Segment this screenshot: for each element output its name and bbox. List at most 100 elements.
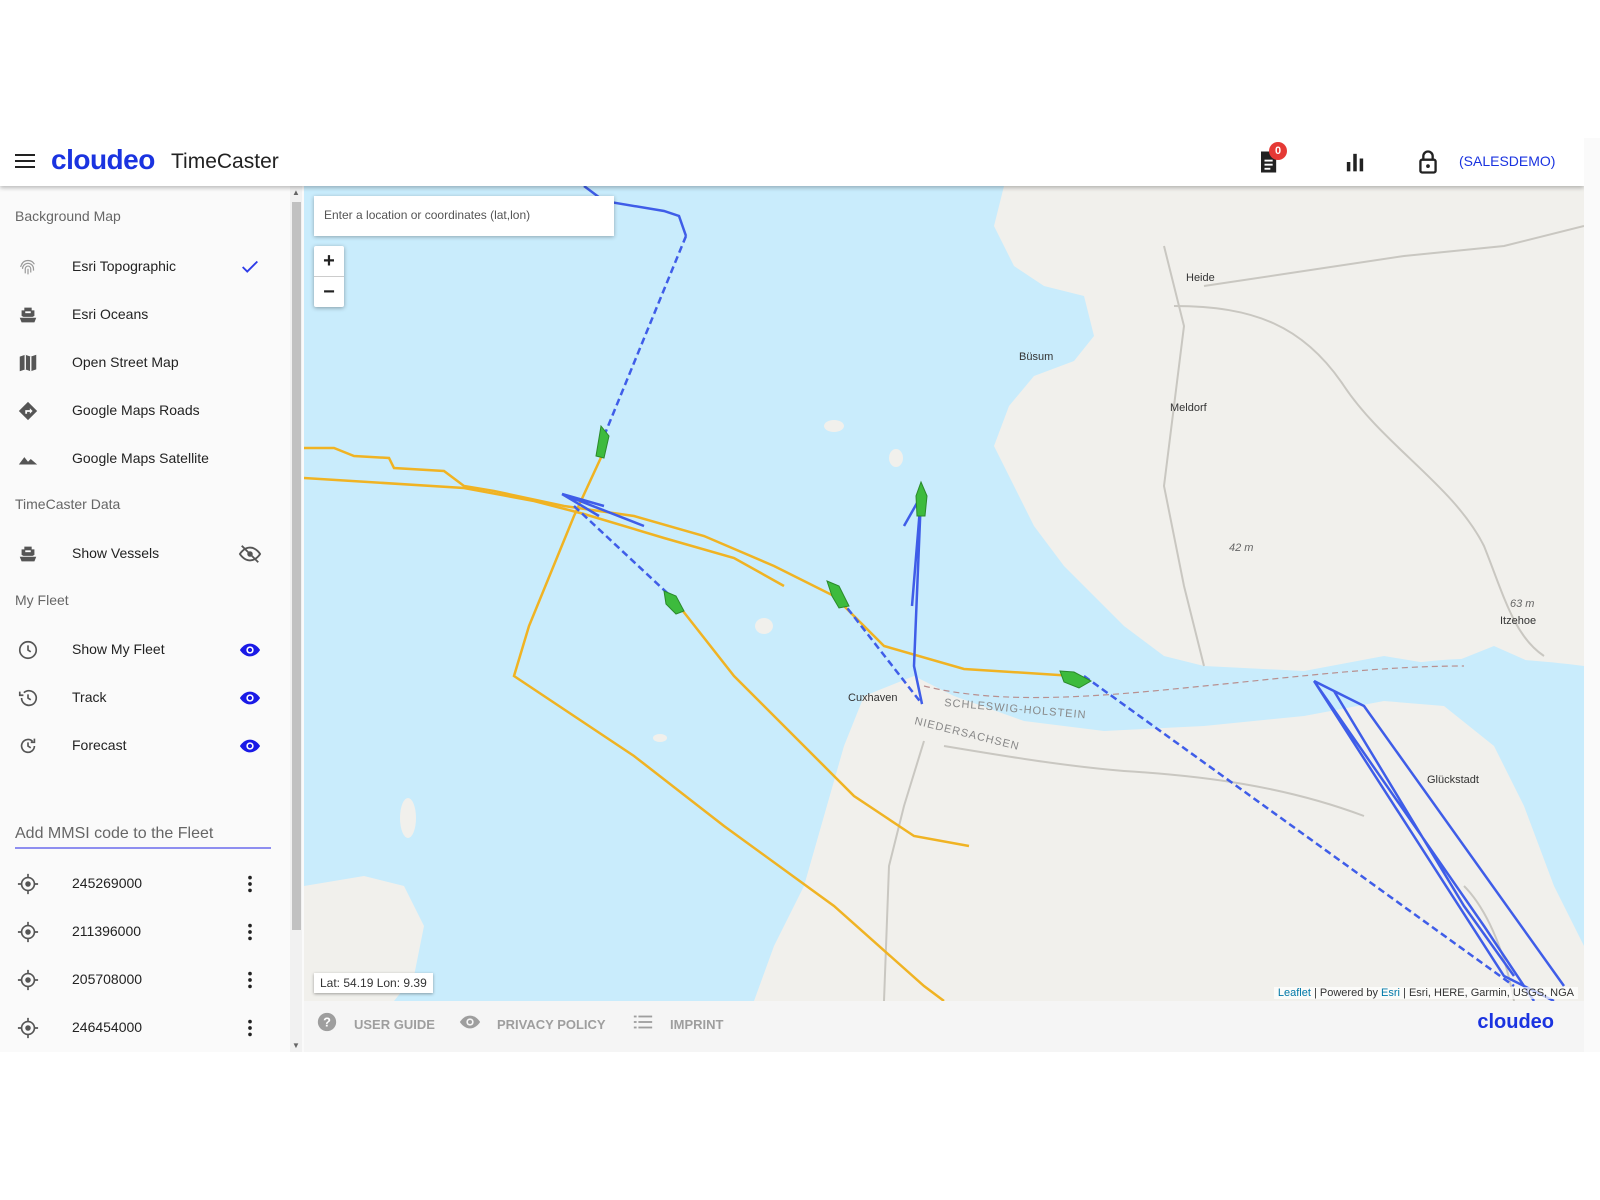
- check-icon: [242, 260, 258, 273]
- place-label: Cuxhaven: [848, 692, 898, 704]
- menu-icon[interactable]: [15, 154, 35, 170]
- location-search[interactable]: [314, 196, 614, 236]
- visibility-icon[interactable]: [238, 639, 262, 661]
- directions-icon: [18, 401, 38, 421]
- gps-target-icon[interactable]: [17, 1017, 39, 1039]
- clock-icon: [18, 640, 38, 660]
- place-label: Itzehoe: [1500, 615, 1537, 627]
- footer-link-label: PRIVACY POLICY: [497, 1017, 606, 1032]
- toggle-track[interactable]: Track: [0, 677, 280, 717]
- attribution-text: | Esri, HERE, Garmin, USGS, NGA: [1400, 987, 1574, 999]
- app-window: cloudeo TimeCaster 0 (SALESDEMO) Backgro…: [0, 138, 1584, 1052]
- basemap-label: Google Maps Roads: [72, 402, 200, 418]
- scroll-up-arrow[interactable]: ▲: [292, 188, 300, 197]
- basemap-esri-oceans[interactable]: Esri Oceans: [0, 294, 280, 334]
- zoom-in-button[interactable]: +: [314, 246, 344, 277]
- scroll-down-arrow[interactable]: ▼: [292, 1041, 300, 1050]
- elevation-label: 42 m: [1229, 542, 1254, 554]
- ship-icon: [19, 546, 37, 562]
- place-label: Heide: [1186, 272, 1215, 284]
- toggle-label: Forecast: [72, 737, 127, 753]
- island: [653, 734, 667, 742]
- fleet-vessel-item[interactable]: 211396000: [0, 911, 280, 951]
- basemap-label: Esri Topographic: [72, 258, 177, 274]
- map-view[interactable]: SCHLESWIG-HOLSTEIN NIEDERSACHSEN Heide B…: [304, 186, 1584, 1001]
- vessel-mmsi: 245269000: [72, 875, 143, 891]
- footer-logo: cloudeo: [1477, 1011, 1554, 1033]
- logo: cloudeo: [51, 144, 155, 175]
- vessel-mmsi: 246454000: [72, 1019, 143, 1035]
- help-icon: ?: [317, 1012, 337, 1032]
- island: [889, 449, 903, 467]
- basemap-label: Google Maps Satellite: [72, 450, 209, 466]
- statistics-icon[interactable]: [1341, 148, 1369, 176]
- sidebar-scrollbar-thumb[interactable]: [292, 202, 301, 930]
- basemap-label: Open Street Map: [72, 354, 179, 370]
- user-account-label[interactable]: (SALESDEMO): [1459, 153, 1555, 169]
- history-icon: [18, 689, 38, 707]
- toggle-label: Show My Fleet: [72, 641, 165, 657]
- gps-target-icon[interactable]: [17, 873, 39, 895]
- visibility-icon[interactable]: [238, 687, 262, 709]
- basemap-open-street-map[interactable]: Open Street Map: [0, 342, 280, 382]
- vessel-mmsi: 211396000: [72, 923, 142, 939]
- fingerprint-icon: [20, 259, 35, 275]
- gps-target-icon[interactable]: [17, 921, 39, 943]
- notification-badge: 0: [1269, 142, 1287, 160]
- update-icon: [20, 738, 36, 754]
- footer-link-label: IMPRINT: [670, 1017, 724, 1032]
- basemap-google-maps-satellite[interactable]: Google Maps Satellite: [0, 438, 280, 478]
- zoom-control: + −: [314, 246, 344, 307]
- map-canvas[interactable]: SCHLESWIG-HOLSTEIN NIEDERSACHSEN: [304, 186, 1584, 1001]
- vessel-mmsi: 205708000: [72, 971, 143, 987]
- toggle-label: Show Vessels: [72, 545, 160, 561]
- basemap-esri-topographic[interactable]: Esri Topographic: [0, 246, 280, 286]
- gps-target-icon[interactable]: [17, 969, 39, 991]
- place-label: Meldorf: [1170, 402, 1207, 414]
- toggle-label: Track: [72, 689, 107, 705]
- top-app-bar: cloudeo TimeCaster 0 (SALESDEMO): [0, 138, 1584, 186]
- app-title: TimeCaster: [171, 150, 279, 173]
- island: [824, 420, 844, 432]
- island: [755, 618, 773, 634]
- leaflet-link[interactable]: Leaflet: [1278, 987, 1311, 999]
- toggle-forecast[interactable]: Forecast: [0, 725, 280, 765]
- basemap-google-maps-roads[interactable]: Google Maps Roads: [0, 390, 280, 430]
- visibility-icon[interactable]: [238, 735, 262, 757]
- map-attribution: Leaflet | Powered by Esri | Esri, HERE, …: [1273, 987, 1578, 999]
- fleet-vessel-item[interactable]: 205708000: [0, 959, 280, 999]
- more-vertical-icon[interactable]: [238, 1017, 262, 1039]
- zoom-out-button[interactable]: −: [314, 277, 344, 307]
- svg-text:?: ?: [323, 1015, 331, 1030]
- esri-link[interactable]: Esri: [1381, 987, 1400, 999]
- place-label: Büsum: [1019, 351, 1054, 363]
- coordinate-readout: Lat: 54.19 Lon: 9.39: [314, 973, 433, 993]
- eye-icon: [459, 1015, 481, 1029]
- more-vertical-icon[interactable]: [238, 969, 262, 991]
- section-title-my-fleet: My Fleet: [15, 592, 69, 608]
- elevation-label: 63 m: [1510, 598, 1535, 610]
- footer: ? USER GUIDE PRIVACY POLICY IMPRINT clou…: [304, 1001, 1584, 1052]
- sidebar: Background Map Esri Topographic Esri Oce…: [0, 186, 292, 1052]
- section-title-timecaster-data: TimeCaster Data: [15, 496, 121, 512]
- footer-link-label: USER GUIDE: [354, 1017, 435, 1032]
- toggle-show-vessels[interactable]: Show Vessels: [0, 533, 280, 573]
- ship-icon: [19, 307, 37, 323]
- visibility-off-icon[interactable]: [238, 543, 262, 565]
- toggle-show-my-fleet[interactable]: Show My Fleet: [0, 629, 280, 669]
- more-vertical-icon[interactable]: [238, 873, 262, 895]
- attribution-text: | Powered by: [1310, 987, 1382, 999]
- list-icon: [633, 1015, 653, 1029]
- section-title-background-map: Background Map: [15, 208, 121, 224]
- fleet-vessel-item[interactable]: 246454000: [0, 1007, 280, 1047]
- more-vertical-icon[interactable]: [238, 921, 262, 943]
- island: [400, 798, 416, 838]
- terrain-icon: [18, 457, 38, 465]
- map-icon: [19, 354, 37, 372]
- page-scrollbar[interactable]: [1584, 138, 1600, 1052]
- mmsi-input[interactable]: [15, 821, 271, 849]
- place-label: Glückstadt: [1427, 774, 1479, 786]
- location-search-input[interactable]: [314, 196, 614, 234]
- lock-icon[interactable]: [1414, 148, 1442, 176]
- fleet-vessel-item[interactable]: 245269000: [0, 863, 280, 903]
